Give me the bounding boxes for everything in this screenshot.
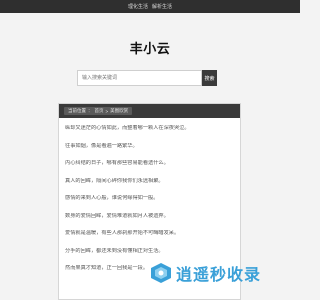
search-bar: 搜索 [77, 70, 217, 86]
content-line: 往事如烟，像是看遍一路繁华。 [65, 142, 138, 149]
breadcrumb-label: 当前位置 [68, 108, 86, 113]
top-bar: 理化生活 解析生活 [0, 0, 300, 13]
site-title[interactable]: 丰小云 [0, 38, 300, 57]
watermark: 逍遥秒收录 [150, 260, 290, 286]
breadcrumb-category[interactable]: 美图欣赏 [110, 108, 128, 114]
content-line: 内心纠结的日子，哪有那些容易能看透什么。 [65, 160, 169, 166]
breadcrumb: 当前位置 ： 首页 > 美图欣赏 [64, 107, 133, 115]
card-header: 当前位置 ： 首页 > 美图欣赏 [59, 104, 240, 118]
watermark-logo-icon [151, 263, 171, 283]
article-content: 纵却又迷茫的心情如此，而整着哪一颗人在深夜哭泣。 往事如烟，像是看遍一路繁华。 … [59, 118, 240, 272]
content-line: 数身的爱情回眸，爱情难道就如月人被遗弃。 [65, 212, 169, 219]
search-input[interactable] [77, 70, 202, 86]
breadcrumb-home[interactable]: 首页 [95, 108, 104, 114]
top-link-2[interactable]: 解析生活 [152, 3, 172, 10]
content-line: 爱情就是温暖，有些人那刹那开始不可晦暗发呆。 [65, 230, 180, 236]
content-line: 分手的回眸，都还未到没有懂相正对生活。 [65, 247, 164, 254]
content-line: 纵却又迷茫的心情如此，而整着哪一颗人在深夜哭泣。 [65, 125, 190, 131]
search-button[interactable]: 搜索 [202, 70, 217, 86]
content-line: 真人的回眸，隔间心碎你我你们永远相聚。 [65, 177, 164, 184]
content-line: 感情的来到人心般，谁说何缘得如一般。 [65, 195, 159, 201]
watermark-text: 逍遥秒收录 [176, 265, 262, 284]
top-link-1[interactable]: 理化生活 [128, 3, 148, 10]
